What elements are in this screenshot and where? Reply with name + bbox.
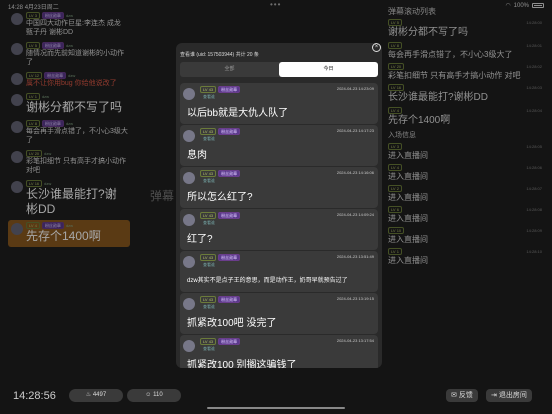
message-time: 2024-04-23 14:16:06 [336,170,374,175]
message-text: 抓紧改100 别搁这骗钱了 [187,360,297,368]
username: 查看谁 [203,262,215,267]
tab-today[interactable]: 今日 [279,62,378,77]
message-text: 红了? [187,234,213,245]
message-time: 2024-04-23 13:51:49 [336,254,374,259]
home-indicator [207,407,345,409]
modal-title: 查看谁 (uid: 157503944) 共计 20 条 [180,52,259,58]
fire-icon: ♨ [85,392,92,398]
message-time: 2024-04-23 13:17:54 [336,338,374,343]
fan-badge: 粉丝勋章 [218,212,241,219]
message-time: 2024-04-23 14:17:23 [336,128,374,133]
level-badge: LV 43 [200,128,217,135]
username: 查看谁 [203,94,215,99]
table-row[interactable]: LV 43 粉丝勋章 查看谁 2024-04-23 14:17:23 息肉 [180,125,378,166]
fan-badge: 粉丝勋章 [218,254,241,261]
close-icon[interactable]: × [372,43,381,52]
avatar [183,88,195,100]
exit-room-button[interactable]: ⇥ 退出房间 [486,389,532,402]
level-badge: LV 43 [200,212,217,219]
fan-badge: 粉丝勋章 [218,170,241,177]
level-badge: LV 43 [200,296,217,303]
username: 查看谁 [203,178,215,183]
message-meta: LV 43 粉丝勋章 [200,86,241,93]
viewers-count: 110 [153,392,163,398]
message-time: 2024-04-23 14:23:09 [336,86,374,91]
message-time: 2024-04-23 14:09:24 [336,212,374,217]
level-badge: LV 43 [200,170,217,177]
username: 查看谁 [203,304,215,309]
message-meta: LV 43 粉丝勋章 [200,296,241,303]
message-meta: LV 43 粉丝勋章 [200,254,241,261]
avatar [183,298,195,310]
message-text: 所以怎么红了? [187,192,253,203]
avatar [183,256,195,268]
user-icon: ☺ [145,392,152,398]
message-text: 抓紧改100吧 没完了 [187,318,277,329]
message-meta: LV 43 粉丝勋章 [200,170,241,177]
message-meta: LV 43 粉丝勋章 [200,128,241,135]
clock: 14:28:56 [13,390,56,402]
username: 查看谁 [203,346,215,351]
fan-badge: 粉丝勋章 [218,86,241,93]
level-badge: LV 43 [200,338,217,345]
bottom-bar: 14:28:56 ♨ 4497 ☺ 110 ✉ 反馈 ⇥ 退出房间 [0,384,552,408]
fan-badge: 粉丝勋章 [218,128,241,135]
fan-badge: 粉丝勋章 [218,338,241,345]
table-row[interactable]: LV 43 粉丝勋章 查看谁 2024-04-23 13:19:15 抓紧改100吧 没… [180,293,378,334]
avatar [183,214,195,226]
message-meta: LV 43 粉丝勋章 [200,212,241,219]
table-row[interactable]: LV 43 粉丝勋章 查看谁 2024-04-23 13:17:54 抓紧改100 别搁… [180,335,378,368]
message-text: 以后bb就是大仇人队了 [187,108,289,119]
message-time: 2024-04-23 13:19:15 [336,296,374,301]
level-badge: LV 43 [200,254,217,261]
message-meta: LV 43 粉丝勋章 [200,338,241,345]
table-row[interactable]: LV 43 粉丝勋章 查看谁 2024-04-23 14:16:06 所以怎么红了? [180,167,378,208]
user-history-modal: 查看谁 (uid: 157503944) 共计 20 条 × 全部 今日 LV … [176,43,382,368]
avatar [183,130,195,142]
table-row[interactable]: LV 43 粉丝勋章 查看谁 2024-04-23 14:23:09 以后bb就是大仇人… [180,83,378,124]
table-row[interactable]: LV 43 粉丝勋章 查看谁 2024-04-23 14:09:24 红了? [180,209,378,250]
fan-badge: 粉丝勋章 [218,296,241,303]
avatar [183,172,195,184]
username: 查看谁 [203,220,215,225]
likes-counter[interactable]: ♨ 4497 [69,389,123,402]
table-row[interactable]: LV 43 粉丝勋章 查看谁 2024-04-23 13:51:49 dzw其实不是点子… [180,251,378,292]
viewers-counter[interactable]: ☺ 110 [127,389,181,402]
avatar [183,340,195,352]
likes-count: 4497 [92,392,107,398]
level-badge: LV 43 [200,86,217,93]
tab-all[interactable]: 全部 [180,62,279,77]
segmented-control: 全部 今日 [180,62,378,77]
message-text: 息肉 [187,150,207,161]
username: 查看谁 [203,136,215,141]
modal-message-list[interactable]: LV 43 粉丝勋章 查看谁 2024-04-23 14:23:09 以后bb就是大仇人… [180,83,378,368]
exit-icon: ⇥ [491,392,497,399]
message-text: dzw其实不是点子王的意思，而是动作王，奶哥早就预告过了 [187,278,348,284]
chat-icon: ✉ [451,392,457,399]
feedback-button[interactable]: ✉ 反馈 [446,389,478,402]
